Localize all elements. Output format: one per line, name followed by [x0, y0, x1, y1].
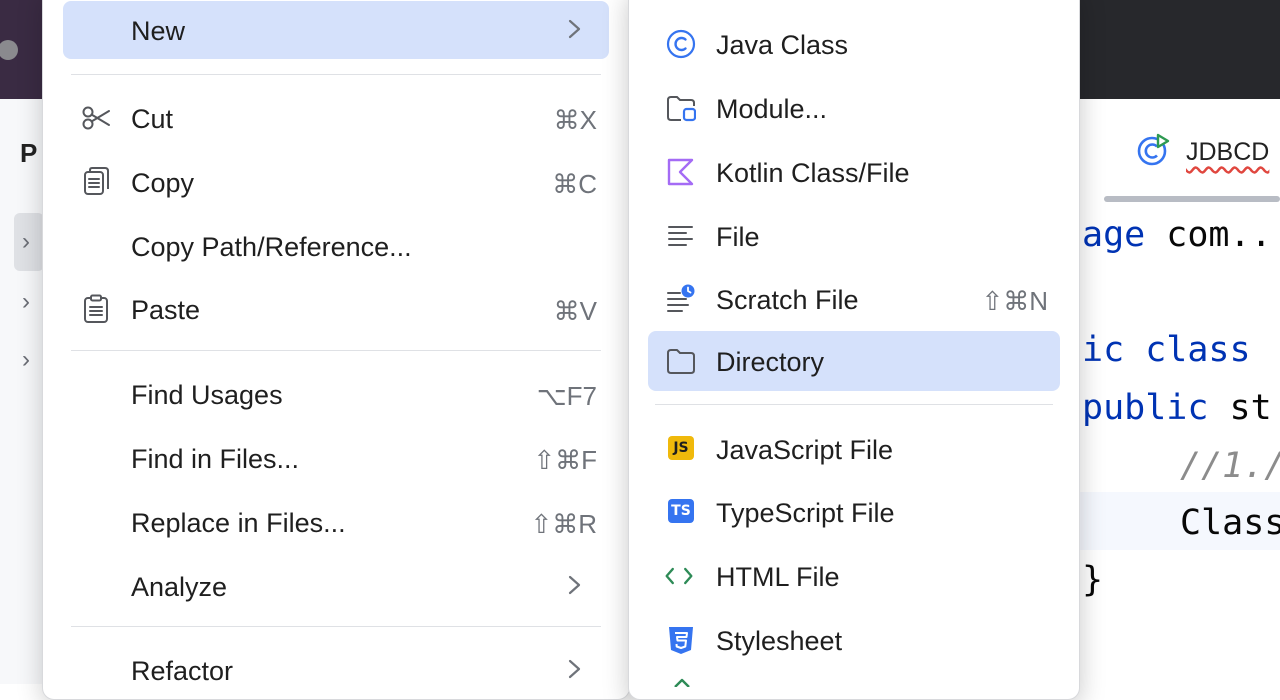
clipboard-icon: [84, 294, 108, 323]
new-submenu: Java Class Module... Kotlin Class/File F…: [628, 0, 1080, 700]
shortcut-label: ⇧⌘N: [981, 286, 1048, 316]
menu-item-replace-in-files[interactable]: Replace in Files... ⇧⌘R: [63, 493, 609, 551]
code-line: //1./: [1180, 446, 1280, 486]
submenu-item-java-class[interactable]: Java Class: [648, 15, 1060, 73]
file-lines-icon: [668, 226, 693, 246]
context-menu: New Cut ⌘X Copy ⌘C Copy Path/Reference..…: [42, 0, 630, 700]
submenu-item-javascript-file[interactable]: JS JavaScript File: [648, 420, 1060, 478]
menu-item-label: Replace in Files...: [131, 508, 346, 538]
code-line: Class: [1180, 503, 1280, 543]
menu-item-label: Copy: [131, 168, 195, 198]
submenu-item-label: Kotlin Class/File: [716, 158, 910, 188]
menu-separator: [71, 74, 601, 75]
kotlin-icon: [667, 158, 694, 186]
tree-expand-chevron-icon[interactable]: ›: [22, 346, 30, 374]
copy-icon: [84, 167, 109, 195]
partial-item-icon: [674, 678, 690, 687]
window-control-dot[interactable]: [0, 40, 18, 60]
scratch-file-icon: [667, 284, 695, 312]
submenu-item-label: Scratch File: [716, 285, 859, 315]
submenu-item-label: Directory: [716, 347, 825, 377]
html-icon: [665, 567, 693, 585]
typescript-icon: TS: [668, 499, 694, 523]
code-line: age com..: [1082, 215, 1272, 255]
menu-separator: [71, 350, 601, 351]
code-line: public st: [1082, 388, 1272, 428]
submenu-item-scratch-file[interactable]: Scratch File ⇧⌘N: [648, 270, 1060, 328]
submenu-item-stylesheet[interactable]: Stylesheet: [648, 611, 1060, 669]
javascript-icon: JS: [668, 436, 694, 460]
menu-item-label: Find Usages: [131, 380, 283, 410]
module-folder-icon: [667, 96, 696, 122]
menu-item-refactor[interactable]: Refactor: [63, 641, 609, 699]
submenu-item-module[interactable]: Module...: [648, 79, 1060, 137]
menu-item-label: Cut: [131, 104, 174, 134]
menu-separator: [655, 404, 1053, 405]
submenu-item-label: HTML File: [716, 562, 840, 592]
menu-item-copy-path[interactable]: Copy Path/Reference...: [63, 217, 609, 275]
chevron-right-icon: [568, 659, 581, 679]
submenu-item-file[interactable]: File: [648, 207, 1060, 265]
menu-item-label: Refactor: [131, 656, 234, 686]
scissors-icon: [82, 106, 110, 130]
menu-item-new[interactable]: New: [63, 1, 609, 59]
editor-tab-label[interactable]: JDBCD: [1186, 138, 1269, 167]
shortcut-label: ⇧⌘F: [533, 445, 597, 475]
menu-item-label: Analyze: [131, 572, 228, 602]
submenu-item-directory[interactable]: Directory: [648, 331, 1060, 391]
menu-item-copy[interactable]: Copy ⌘C: [63, 153, 609, 211]
tree-expand-chevron-icon[interactable]: ›: [22, 228, 30, 256]
submenu-item-label: TypeScript File: [716, 498, 895, 528]
folder-icon: [667, 349, 695, 374]
title-bar-left: [0, 0, 44, 99]
shortcut-label: ⌘C: [552, 169, 597, 199]
project-pane: [0, 99, 44, 684]
submenu-item-typescript-file[interactable]: TS TypeScript File: [648, 483, 1060, 541]
chevron-right-icon: [568, 19, 581, 39]
java-class-icon: [666, 29, 696, 59]
menu-item-find-in-files[interactable]: Find in Files... ⇧⌘F: [63, 429, 609, 487]
menu-item-label: Paste: [131, 295, 201, 325]
chevron-right-icon: [568, 575, 581, 595]
menu-item-paste[interactable]: Paste ⌘V: [63, 280, 609, 338]
code-line: }: [1082, 560, 1104, 600]
menu-item-cut[interactable]: Cut ⌘X: [63, 89, 609, 147]
menu-separator: [71, 626, 601, 627]
menu-item-analyze[interactable]: Analyze: [63, 557, 609, 615]
submenu-item-label: JavaScript File: [716, 435, 894, 465]
runnable-class-icon: [1137, 133, 1170, 166]
submenu-item-label: Module...: [716, 94, 828, 124]
active-tab-indicator: [1104, 196, 1280, 202]
shortcut-label: ⌘X: [553, 105, 597, 135]
menu-item-label: New: [131, 16, 186, 46]
submenu-item-kotlin-class[interactable]: Kotlin Class/File: [648, 143, 1060, 201]
tree-expand-chevron-icon[interactable]: ›: [22, 288, 30, 316]
submenu-item-label: Java Class: [716, 30, 849, 60]
shortcut-label: ⌘V: [553, 296, 597, 326]
menu-item-label: Find in Files...: [131, 444, 300, 474]
shortcut-label: ⇧⌘R: [530, 509, 597, 539]
submenu-item-label: File: [716, 222, 760, 252]
code-line: ic class: [1082, 330, 1251, 370]
menu-item-find-usages[interactable]: Find Usages ⌥F7: [63, 365, 609, 423]
menu-item-label: Copy Path/Reference...: [131, 232, 412, 262]
submenu-item-label: Stylesheet: [716, 626, 843, 656]
shortcut-label: ⌥F7: [536, 381, 597, 411]
submenu-item-html-file[interactable]: HTML File: [648, 547, 1060, 605]
project-pane-title: P: [20, 138, 38, 168]
css-icon: [669, 627, 693, 654]
